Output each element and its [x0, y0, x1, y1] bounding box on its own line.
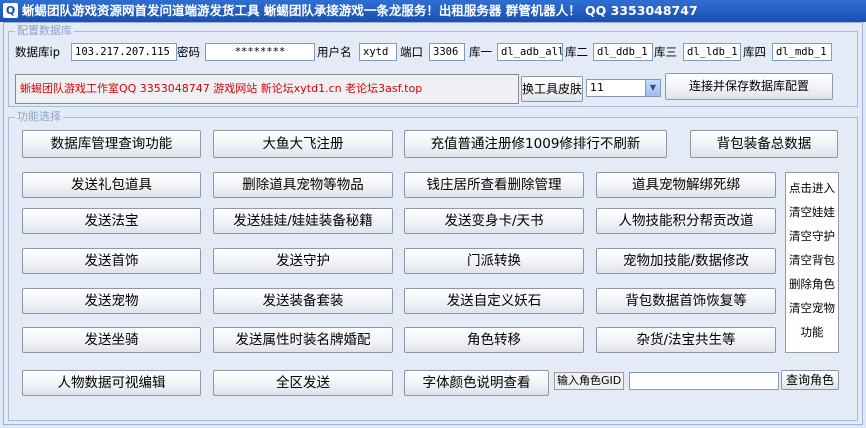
function-button[interactable]: 宠物加技能/数据修改	[596, 248, 776, 274]
notice-box: 蜥蜴团队游戏工作室QQ 3353048747 游戏网站 新论坛xytd1.cn …	[15, 74, 519, 104]
config-group-title: 配置数据库	[15, 24, 74, 38]
function-button[interactable]: 人物数据可视编辑	[22, 370, 201, 396]
db1-field[interactable]: dl_adb_all	[497, 43, 563, 61]
function-button[interactable]: 发送属性时装名牌婚配	[213, 327, 393, 353]
side-item[interactable]: 清空守护	[786, 229, 838, 243]
gid-input[interactable]	[629, 372, 779, 390]
function-button[interactable]: 字体颜色说明查看	[404, 370, 549, 396]
side-item[interactable]: 清空宠物	[786, 301, 838, 315]
function-button[interactable]: 人物技能积分帮贡改道	[596, 208, 776, 234]
gid-label: 输入角色GID	[554, 372, 625, 390]
function-button[interactable]: 发送自定义妖石	[404, 288, 584, 314]
db-ip-label: 数据库ip	[15, 45, 60, 59]
function-button[interactable]: 发送首饰	[22, 248, 201, 274]
db1-label: 库一	[469, 45, 492, 59]
function-button[interactable]: 删除道具宠物等物品	[213, 172, 393, 198]
app-icon: Q	[3, 3, 18, 18]
db3-label: 库三	[654, 45, 677, 59]
function-button[interactable]: 发送娃娃/娃娃装备秘籍	[213, 208, 393, 234]
db2-label: 库二	[565, 45, 588, 59]
db3-field[interactable]: dl_ldb_1	[683, 43, 741, 61]
side-item[interactable]: 清空背包	[786, 253, 838, 267]
skin-select[interactable]: 11 ▼	[586, 79, 661, 97]
username-field[interactable]: xytd	[359, 43, 397, 61]
function-button[interactable]: 背包装备总数据	[690, 130, 838, 158]
function-button[interactable]: 发送宠物	[22, 288, 201, 314]
side-item[interactable]: 清空娃娃	[786, 205, 838, 219]
function-button[interactable]: 全区发送	[213, 370, 393, 396]
skin-select-value: 11	[590, 81, 604, 94]
function-button[interactable]: 发送变身卡/天书	[404, 208, 584, 234]
function-button[interactable]: 道具宠物解绑死绑	[596, 172, 776, 198]
db2-field[interactable]: dl_ddb_1	[593, 43, 653, 61]
side-item[interactable]: 点击进入	[786, 181, 838, 195]
function-button[interactable]: 背包数据首饰恢复等	[596, 288, 776, 314]
function-button[interactable]: 发送坐骑	[22, 327, 201, 353]
title-bar: Q 蜥蜴团队游戏资源网首发问道端游发货工具 蜥蜴团队承接游戏一条龙服务！出租服务…	[0, 0, 866, 22]
chevron-down-icon[interactable]: ▼	[645, 80, 660, 96]
functions-group: 功能选择 数据库管理查询功能 大鱼大飞注册 充值普通注册修1009修排行不刷新 …	[8, 110, 858, 421]
connect-save-button[interactable]: 连接并保存数据库配置	[665, 73, 833, 100]
side-item[interactable]: 删除角色	[786, 277, 838, 291]
function-button[interactable]: 发送礼包道具	[22, 172, 201, 198]
config-group: 配置数据库 数据库ip 103.217.207.115 密码 ******** …	[8, 24, 858, 107]
function-button[interactable]: 杂货/法宝共生等	[596, 327, 776, 353]
window-title: 蜥蜴团队游戏资源网首发问道端游发货工具 蜥蜴团队承接游戏一条龙服务！出租服务器 …	[22, 3, 698, 18]
port-field[interactable]: 3306	[429, 43, 465, 61]
port-label: 端口	[400, 45, 423, 59]
function-button[interactable]: 数据库管理查询功能	[22, 130, 201, 158]
side-item[interactable]: 功能	[786, 325, 838, 339]
password-field[interactable]: ********	[205, 43, 315, 61]
db4-field[interactable]: dl_mdb_1	[772, 43, 832, 61]
db4-label: 库四	[743, 45, 766, 59]
function-button[interactable]: 门派转换	[404, 248, 584, 274]
function-button[interactable]: 充值普通注册修1009修排行不刷新	[404, 130, 667, 158]
query-role-button[interactable]: 查询角色	[781, 370, 839, 390]
function-button[interactable]: 角色转移	[404, 327, 584, 353]
functions-group-title: 功能选择	[15, 110, 63, 124]
side-panel: 点击进入 清空娃娃 清空守护 清空背包 删除角色 清空宠物 功能	[785, 172, 839, 353]
function-button[interactable]: 发送装备套装	[213, 288, 393, 314]
function-button[interactable]: 发送法宝	[22, 208, 201, 234]
function-button[interactable]: 大鱼大飞注册	[213, 130, 393, 158]
function-button[interactable]: 发送守护	[213, 248, 393, 274]
username-label: 用户名	[317, 45, 352, 59]
password-label: 密码	[177, 45, 200, 59]
db-ip-field[interactable]: 103.217.207.115	[71, 43, 177, 61]
skin-button[interactable]: 换工具皮肤	[521, 76, 583, 102]
function-button[interactable]: 钱庄居所查看删除管理	[404, 172, 584, 198]
main-window: 配置数据库 数据库ip 103.217.207.115 密码 ******** …	[3, 22, 863, 425]
